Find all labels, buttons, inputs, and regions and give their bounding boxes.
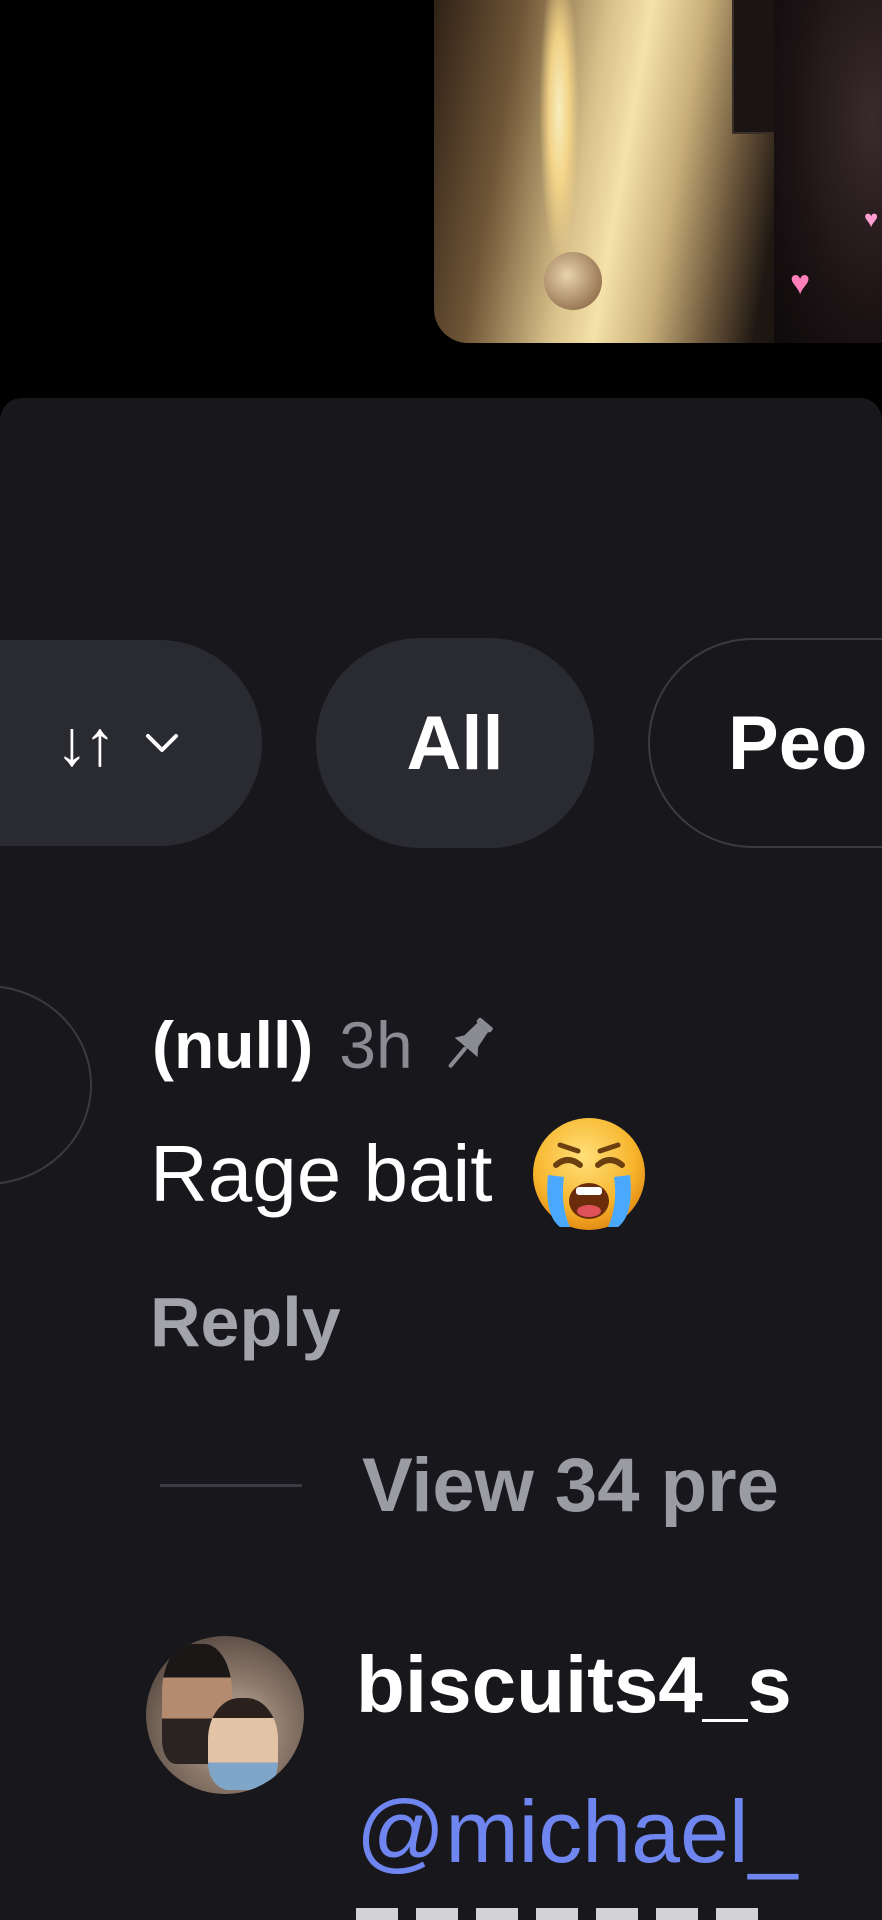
comment-timestamp: 3h	[339, 1008, 413, 1082]
chevron-down-icon	[146, 734, 178, 752]
string-lights	[539, 0, 579, 260]
view-replies-label: View 34 pre	[362, 1443, 779, 1528]
comment-body: Rage bait	[150, 1118, 648, 1230]
comment-text-peek	[356, 1908, 776, 1920]
mention-link[interactable]: @michael_	[356, 1782, 798, 1882]
comment-username[interactable]: (null)	[152, 1007, 313, 1083]
video-preview[interactable]: ♥ ♥	[434, 0, 882, 343]
screen: ♥ ♥ ↓↑ All Peo (null) 3h Rage bait Reply…	[0, 0, 882, 1920]
sort-icon: ↓↑	[56, 707, 116, 779]
filter-chip-people-label: Peo	[728, 700, 868, 786]
filter-chip-all[interactable]: All	[316, 638, 594, 848]
sort-chip[interactable]: ↓↑	[0, 640, 262, 846]
divider-line	[160, 1484, 302, 1487]
heart-icon: ♥	[864, 206, 879, 233]
avatar-person	[208, 1698, 278, 1790]
filter-chip-all-label: All	[406, 700, 504, 786]
reply-button[interactable]: Reply	[150, 1282, 341, 1362]
comment-header: (null) 3h	[152, 1000, 503, 1090]
loudly-crying-face-emoji	[533, 1118, 646, 1230]
comment-username[interactable]: biscuits4_s	[356, 1640, 792, 1730]
filter-chip-people[interactable]: Peo	[648, 638, 882, 848]
heart-icon: ♥	[790, 264, 811, 302]
pin-icon	[448, 1017, 493, 1068]
comment-text: Rage bait	[150, 1129, 493, 1218]
view-replies-button[interactable]: View 34 pre	[160, 1442, 779, 1529]
doll-figure	[544, 252, 602, 310]
avatar[interactable]	[146, 1636, 304, 1794]
